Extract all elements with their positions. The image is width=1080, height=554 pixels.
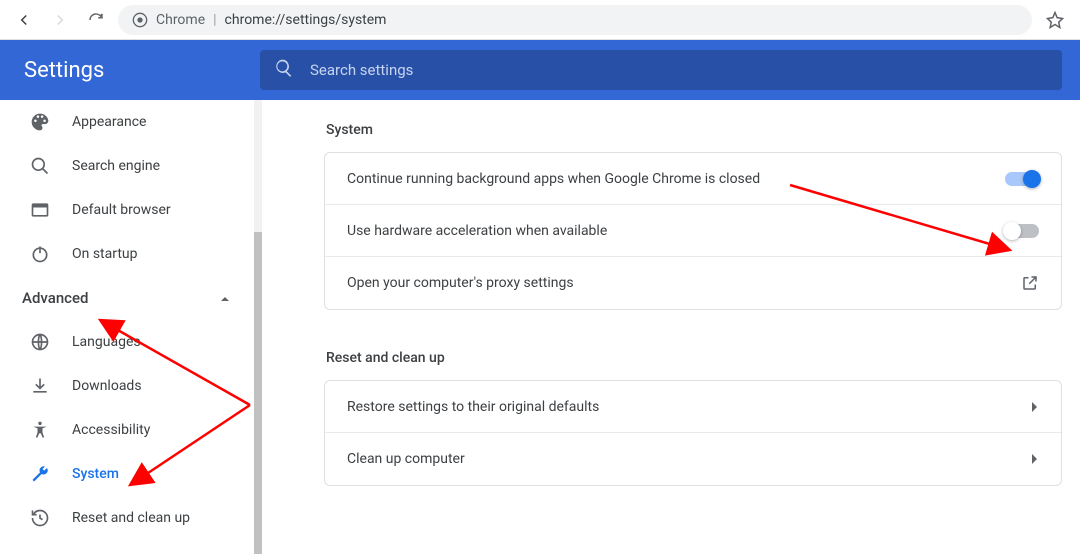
- external-link-icon: [1021, 274, 1039, 292]
- back-button[interactable]: [10, 6, 38, 34]
- browser-nav-bar: Chrome | chrome://settings/system: [0, 0, 1080, 40]
- system-card: Continue running background apps when Go…: [324, 152, 1062, 310]
- sidebar-item-label: Downloads: [72, 378, 142, 394]
- row-background-apps: Continue running background apps when Go…: [325, 153, 1061, 205]
- settings-main: System Continue running background apps …: [262, 100, 1080, 554]
- sidebar-item-label: Reset and clean up: [72, 510, 190, 526]
- download-icon: [30, 376, 50, 396]
- sidebar-scrollbar-thumb[interactable]: [254, 232, 262, 554]
- sidebar-item-default-browser[interactable]: Default browser: [0, 188, 254, 232]
- page-title: Settings: [0, 58, 260, 83]
- search-icon: [30, 156, 50, 176]
- sidebar-item-on-startup[interactable]: On startup: [0, 232, 254, 276]
- row-proxy-settings[interactable]: Open your computer's proxy settings: [325, 257, 1061, 309]
- toggle-hardware-accel[interactable]: [1005, 224, 1039, 238]
- accessibility-icon: [30, 420, 50, 440]
- search-box[interactable]: [260, 50, 1062, 90]
- advanced-label: Advanced: [22, 289, 88, 307]
- system-heading: System: [326, 122, 1062, 138]
- browser-icon: [30, 200, 50, 220]
- sidebar-item-label: Appearance: [72, 114, 146, 130]
- restore-icon: [30, 508, 50, 528]
- sidebar-item-search-engine[interactable]: Search engine: [0, 144, 254, 188]
- chevron-right-icon: [1031, 401, 1039, 413]
- row-label: Clean up computer: [347, 451, 1031, 467]
- reload-button[interactable]: [82, 6, 110, 34]
- power-icon: [30, 244, 50, 264]
- search-icon: [274, 58, 294, 82]
- sidebar-item-label: Accessibility: [72, 422, 150, 438]
- row-label: Continue running background apps when Go…: [347, 171, 1005, 187]
- chevron-up-icon: [220, 289, 230, 308]
- sidebar-item-downloads[interactable]: Downloads: [0, 364, 254, 408]
- sidebar-item-label: System: [72, 466, 119, 482]
- sidebar-item-reset[interactable]: Reset and clean up: [0, 496, 254, 540]
- chevron-right-icon: [1031, 453, 1039, 465]
- sidebar-item-accessibility[interactable]: Accessibility: [0, 408, 254, 452]
- forward-button[interactable]: [46, 6, 74, 34]
- address-bar[interactable]: Chrome | chrome://settings/system: [118, 5, 1032, 35]
- row-cleanup-computer[interactable]: Clean up computer: [325, 433, 1061, 485]
- palette-icon: [30, 112, 50, 132]
- row-label: Open your computer's proxy settings: [347, 275, 1021, 291]
- bookmark-star-icon[interactable]: [1040, 11, 1070, 29]
- chrome-icon: [132, 12, 148, 28]
- row-label: Restore settings to their original defau…: [347, 399, 1031, 415]
- sidebar-item-appearance[interactable]: Appearance: [0, 100, 254, 144]
- sidebar-item-label: Default browser: [72, 202, 171, 218]
- toggle-background-apps[interactable]: [1005, 172, 1039, 186]
- settings-header: Settings: [0, 40, 1080, 100]
- sidebar-item-system[interactable]: System: [0, 452, 254, 496]
- sidebar-item-label: Search engine: [72, 158, 160, 174]
- wrench-icon: [30, 464, 50, 484]
- sidebar-item-languages[interactable]: Languages: [0, 320, 254, 364]
- row-restore-defaults[interactable]: Restore settings to their original defau…: [325, 381, 1061, 433]
- url-text: chrome://settings/system: [225, 12, 387, 28]
- search-input[interactable]: [310, 61, 1048, 79]
- row-label: Use hardware acceleration when available: [347, 223, 1005, 239]
- settings-sidebar: Appearance Search engine Default browser…: [0, 100, 254, 554]
- sidebar-item-label: On startup: [72, 246, 138, 262]
- reset-card: Restore settings to their original defau…: [324, 380, 1062, 486]
- sidebar-section-advanced[interactable]: Advanced: [0, 276, 254, 320]
- globe-icon: [30, 332, 50, 352]
- divider: |: [213, 12, 216, 28]
- reset-heading: Reset and clean up: [326, 350, 1062, 366]
- origin-label: Chrome: [156, 12, 205, 28]
- sidebar-item-label: Languages: [72, 334, 141, 350]
- row-hardware-accel: Use hardware acceleration when available: [325, 205, 1061, 257]
